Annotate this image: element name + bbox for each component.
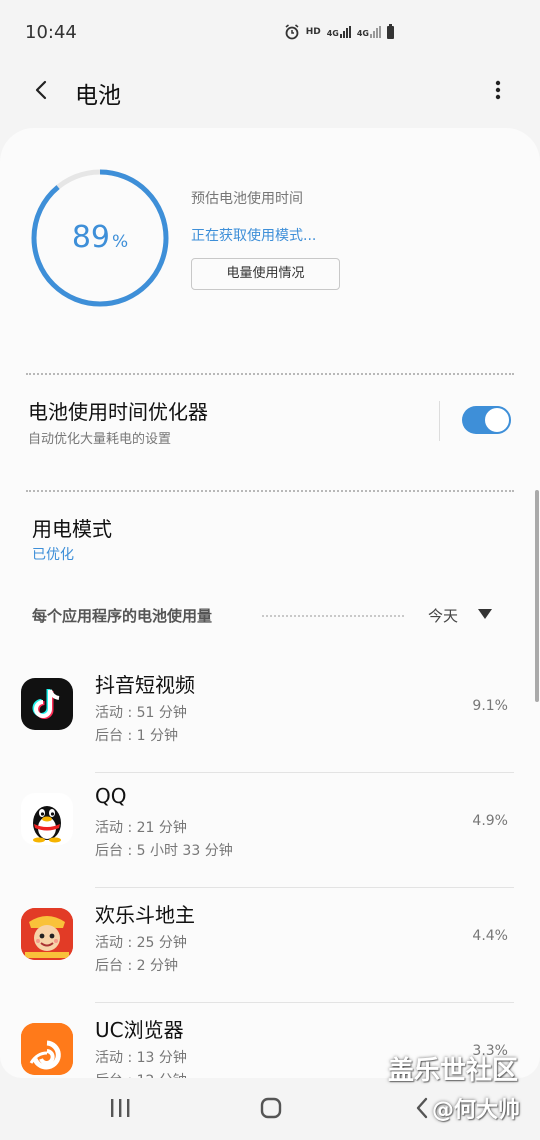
scrollbar[interactable] bbox=[535, 490, 539, 702]
dropdown-arrow-icon[interactable] bbox=[478, 609, 492, 619]
list-item[interactable]: QQ 活动 : 21 分钟 后台 : 5 小时 33 分钟 4.9% bbox=[0, 773, 540, 888]
optimizer-title: 电池使用时间优化器 bbox=[28, 400, 208, 424]
period-select[interactable]: 今天 bbox=[428, 605, 458, 626]
battery-usage-button[interactable]: 电量使用情况 bbox=[191, 258, 340, 290]
status-icons: HD 4G 4G bbox=[284, 23, 394, 40]
signal-icon-2 bbox=[370, 26, 381, 38]
app-name: 抖音短视频 bbox=[95, 673, 195, 697]
status-time: 10:44 bbox=[25, 22, 77, 43]
divider bbox=[26, 373, 514, 375]
nav-back-icon[interactable] bbox=[414, 1097, 430, 1119]
list-item[interactable]: 抖音短视频 活动 : 51 分钟 后台 : 1 分钟 9.1% bbox=[0, 658, 540, 773]
app-active-time: 活动 : 25 分钟 bbox=[95, 935, 187, 951]
app-percent: 4.4% bbox=[472, 928, 508, 944]
power-mode-title: 用电模式 bbox=[32, 517, 112, 541]
tiktok-icon bbox=[21, 678, 73, 730]
app-bar: 电池 bbox=[0, 66, 540, 116]
signal-icon bbox=[339, 26, 351, 38]
estimate-label: 预估电池使用时间 bbox=[191, 191, 303, 207]
app-background-time: 后台 : 1 分钟 bbox=[95, 728, 178, 744]
watermark: 盖乐世社区 bbox=[388, 1056, 519, 1086]
hd-icon: HD bbox=[305, 27, 321, 37]
network-type-label: 4G bbox=[326, 29, 339, 38]
app-background-time: 后台 : 2 分钟 bbox=[95, 958, 178, 974]
vertical-divider bbox=[439, 401, 440, 441]
optimizer-subtitle: 自动优化大量耗电的设置 bbox=[28, 432, 172, 447]
back-arrow-icon[interactable] bbox=[30, 78, 54, 102]
more-vert-icon[interactable] bbox=[486, 78, 510, 102]
status-bar: 10:44 HD 4G 4G bbox=[0, 0, 540, 66]
watermark-user: @何大帅 bbox=[432, 1098, 521, 1123]
home-icon[interactable] bbox=[260, 1097, 282, 1119]
qq-penguin-icon bbox=[21, 793, 73, 845]
app-name: 欢乐斗地主 bbox=[95, 903, 195, 927]
app-name: UC浏览器 bbox=[95, 1018, 184, 1042]
battery-icon bbox=[387, 23, 394, 39]
app-name: QQ bbox=[95, 784, 127, 808]
app-active-time: 活动 : 13 分钟 bbox=[95, 1050, 187, 1066]
battery-level: 89% bbox=[30, 223, 170, 257]
app-percent: 4.9% bbox=[472, 813, 508, 829]
divider bbox=[26, 490, 514, 492]
doudizhu-game-icon bbox=[21, 908, 73, 960]
power-mode-value: 已优化 bbox=[32, 547, 74, 563]
alarm-icon bbox=[285, 24, 299, 40]
recent-apps-icon[interactable] bbox=[108, 1098, 132, 1118]
uc-browser-icon bbox=[21, 1023, 73, 1075]
app-background-time: 后台 : 12 分钟 bbox=[95, 1070, 187, 1078]
toggle-knob bbox=[483, 406, 511, 434]
app-active-time: 活动 : 21 分钟 bbox=[95, 820, 187, 836]
page-title: 电池 bbox=[75, 83, 121, 109]
battery-level-value: 89 bbox=[71, 220, 111, 255]
per-app-dots bbox=[262, 615, 404, 617]
network-type-label-2: 4G bbox=[356, 29, 369, 38]
battery-level-unit: % bbox=[112, 232, 129, 252]
app-background-time: 后台 : 5 小时 33 分钟 bbox=[95, 843, 233, 859]
battery-card: 89% 预估电池使用时间 正在获取使用模式... 电量使用情况 电池使用时间优化… bbox=[0, 128, 540, 1078]
estimate-status: 正在获取使用模式... bbox=[191, 228, 317, 244]
app-active-time: 活动 : 51 分钟 bbox=[95, 705, 187, 721]
list-item[interactable]: 欢乐斗地主 活动 : 25 分钟 后台 : 2 分钟 4.4% bbox=[0, 888, 540, 1003]
app-percent: 9.1% bbox=[472, 698, 508, 714]
per-app-usage-label: 每个应用程序的电池使用量 bbox=[32, 607, 213, 625]
